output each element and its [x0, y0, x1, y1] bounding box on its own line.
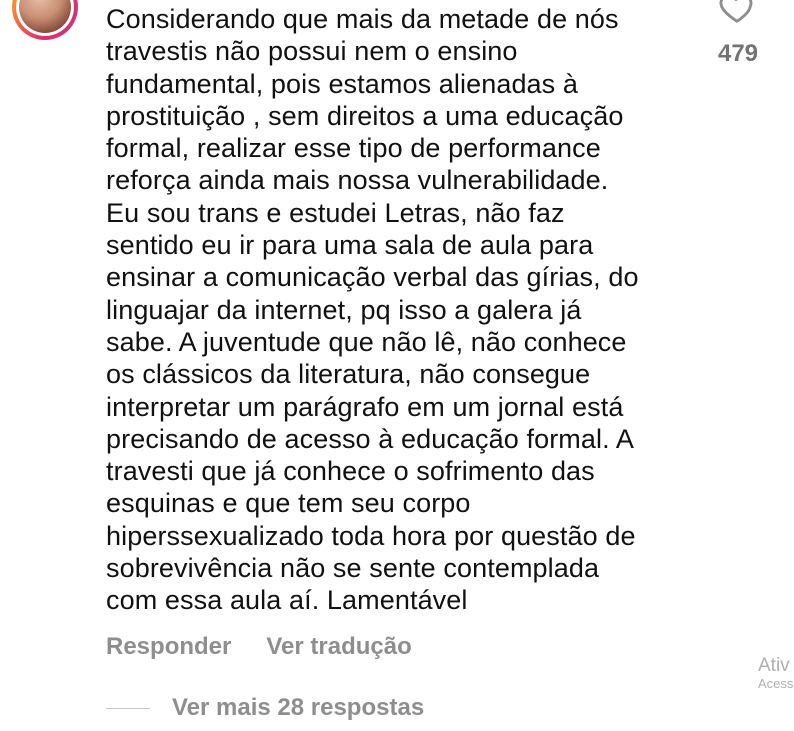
reply-button[interactable]: Responder — [106, 633, 231, 661]
like-count: 479 — [717, 40, 759, 67]
system-watermark: Ativ Acess — [758, 655, 793, 692]
avatar-photo — [19, 0, 71, 33]
comment-text: Considerando que mais da metade de nós t… — [106, 4, 639, 616]
heart-outline-icon[interactable] — [718, 0, 756, 26]
watermark-title: Ativ — [758, 655, 790, 676]
view-more-replies-button[interactable]: Ver mais 28 respostas — [106, 694, 424, 722]
avatar-ring-inner — [16, 0, 74, 36]
replies-divider-line — [106, 707, 150, 709]
avatar[interactable] — [12, 0, 78, 40]
comment-actions: Responder Ver tradução — [106, 633, 412, 661]
view-more-replies-label: Ver mais 28 respostas — [172, 694, 425, 721]
watermark-subtitle: Acess — [758, 676, 794, 691]
see-translation-button[interactable]: Ver tradução — [266, 633, 411, 661]
